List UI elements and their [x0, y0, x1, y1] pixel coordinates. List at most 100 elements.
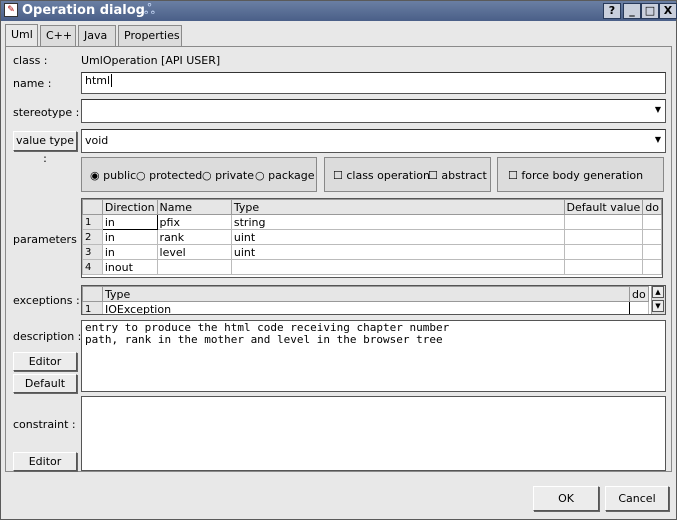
class-operation-checkbox[interactable]: ☐ class operation [333, 169, 430, 182]
cell-name[interactable] [156, 259, 232, 275]
cell-name[interactable]: pfix [156, 214, 232, 230]
cancel-button[interactable]: Cancel [605, 486, 669, 511]
row-number: 4 [82, 259, 103, 275]
cell-type[interactable]: string [230, 214, 565, 230]
parameters-grid: Direction Name Type Default value do 1 i… [82, 199, 662, 275]
radio-public-label: public [103, 169, 137, 182]
radio-protected-label: protected [149, 169, 203, 182]
uml-tab-panel: class : UmlOperation [API USER] name : h… [5, 46, 672, 472]
parameters-header-row: Direction Name Type Default value do [82, 199, 662, 215]
force-body-group: ☐ force body generation [497, 157, 664, 192]
parameters-label: parameters : [13, 233, 85, 246]
cell-direction[interactable]: inout [101, 259, 158, 275]
cell-do[interactable] [629, 301, 649, 314]
scroll-up-icon[interactable]: ▲ [652, 286, 664, 298]
cell-type[interactable]: uint [230, 244, 565, 260]
close-button[interactable]: X [659, 3, 677, 19]
row-number: 2 [82, 229, 103, 245]
cell-type[interactable]: IOException [102, 301, 630, 314]
cell-do[interactable] [642, 259, 662, 275]
scroll-down-icon[interactable]: ▼ [652, 300, 664, 312]
maximize-button[interactable]: □ [641, 3, 659, 19]
col-do[interactable]: do [629, 286, 649, 302]
class-value: UmlOperation [API USER] [81, 54, 221, 67]
value-type-value: void [85, 134, 109, 147]
cell-do[interactable] [642, 244, 662, 260]
col-name[interactable]: Name [156, 199, 232, 215]
name-input-value: html [85, 74, 111, 87]
radio-protected[interactable]: ○ protected [136, 169, 202, 182]
cell-direction[interactable]: in [101, 214, 158, 230]
cell-type[interactable]: uint [230, 229, 565, 245]
constraint-textarea[interactable] [81, 396, 666, 471]
cell-do[interactable] [642, 214, 662, 230]
tab-properties[interactable]: Properties [118, 25, 182, 46]
force-body-checkbox[interactable]: ☐ force body generation [508, 169, 643, 182]
description-textarea[interactable]: entry to produce the html code receiving… [81, 320, 666, 392]
cell-default[interactable] [563, 214, 644, 230]
force-body-label: force body generation [521, 169, 644, 182]
cell-default[interactable] [563, 259, 644, 275]
col-direction[interactable]: Direction [101, 199, 158, 215]
class-label: class : [13, 54, 48, 67]
col-do[interactable]: do [642, 199, 662, 215]
cell-name[interactable]: rank [156, 229, 232, 245]
operation-dialog-window: ✎ Operation dialog ஃ ? _ □ X Uml C++ Jav… [0, 0, 677, 520]
exceptions-grid: Type do 1 IOException [82, 286, 649, 314]
visibility-group: ◉ public ○ protected ○ private ○ package [81, 157, 317, 192]
table-row[interactable]: 1 in pfix string [82, 214, 662, 230]
value-type-button[interactable]: value type : [13, 131, 77, 165]
exceptions-label: exceptions : [13, 294, 80, 307]
help-button[interactable]: ? [603, 3, 621, 19]
title-bar[interactable]: ✎ Operation dialog ஃ ? _ □ X [1, 1, 677, 21]
radio-package[interactable]: ○ package [255, 169, 315, 182]
row-number: 1 [82, 214, 103, 230]
abstract-label: abstract [441, 169, 487, 182]
constraint-label: constraint : [13, 418, 76, 431]
cell-default[interactable] [563, 244, 644, 260]
col-rownum [82, 199, 103, 215]
tab-cpp[interactable]: C++ [40, 25, 76, 46]
cell-direction[interactable]: in [101, 244, 158, 260]
col-type[interactable]: Type [230, 199, 565, 215]
swirl-icon: ஃ [144, 2, 155, 18]
description-default-button[interactable]: Default [13, 374, 77, 393]
app-icon: ✎ [4, 3, 18, 17]
exceptions-header-row: Type do [82, 286, 649, 302]
stereotype-combo[interactable]: ▼ [81, 99, 666, 123]
stereotype-label: stereotype : [13, 106, 80, 119]
parameters-table[interactable]: Direction Name Type Default value do 1 i… [81, 198, 663, 278]
cell-default[interactable] [563, 229, 644, 245]
cell-direction[interactable]: in [101, 229, 158, 245]
tab-java[interactable]: Java [78, 25, 116, 46]
radio-public[interactable]: ◉ public [90, 169, 136, 182]
col-default[interactable]: Default value [563, 199, 644, 215]
modifiers-group: ☐ class operation ☐ abstract [324, 157, 491, 192]
row-number: 1 [82, 301, 103, 314]
radio-private[interactable]: ○ private [202, 169, 254, 182]
value-type-combo[interactable]: void ▼ [81, 129, 666, 153]
table-row[interactable]: 3 in level uint [82, 244, 662, 260]
cell-do[interactable] [642, 229, 662, 245]
col-rownum [82, 286, 103, 302]
abstract-checkbox[interactable]: ☐ abstract [428, 169, 487, 182]
chevron-down-icon[interactable]: ▼ [652, 101, 664, 121]
col-type[interactable]: Type [102, 286, 630, 302]
exceptions-scrollbar[interactable]: ▲ ▼ [651, 286, 665, 314]
text-cursor [111, 74, 113, 87]
cell-type[interactable] [230, 259, 565, 275]
chevron-down-icon[interactable]: ▼ [652, 131, 664, 151]
table-row[interactable]: 2 in rank uint [82, 229, 662, 245]
window-title: Operation dialog [22, 3, 145, 18]
table-row[interactable]: 4 inout [82, 259, 662, 275]
tab-uml[interactable]: Uml [5, 24, 38, 47]
description-label: description : [13, 330, 82, 343]
table-row[interactable]: 1 IOException [82, 301, 649, 314]
exceptions-table[interactable]: Type do 1 IOException ▲ ▼ [81, 285, 666, 315]
constraint-editor-button[interactable]: Editor [13, 452, 77, 471]
cell-name[interactable]: level [156, 244, 232, 260]
description-editor-button[interactable]: Editor [13, 352, 77, 371]
minimize-button[interactable]: _ [623, 3, 641, 19]
ok-button[interactable]: OK [533, 486, 599, 511]
name-input[interactable]: html [81, 72, 666, 94]
